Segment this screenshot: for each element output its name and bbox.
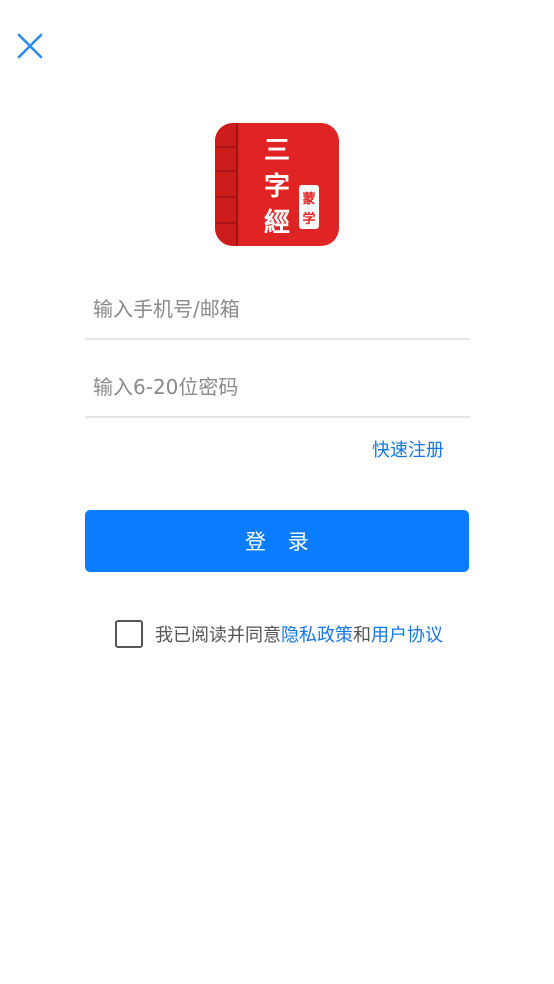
- user-agreement-link[interactable]: 用户协议: [371, 621, 443, 647]
- logo-title-char-2: 字: [264, 171, 290, 202]
- book-icon: 三 字 經 蒙 学: [215, 123, 339, 246]
- agreement-connector-text: 和: [353, 625, 371, 646]
- close-icon: [17, 33, 43, 59]
- close-button[interactable]: [14, 30, 46, 62]
- logo-tag-char-1: 蒙: [302, 191, 315, 207]
- logo-tag-char-2: 学: [302, 211, 315, 227]
- logo-title-char-1: 三: [264, 136, 290, 166]
- agreement-checkbox[interactable]: [115, 620, 143, 648]
- agreement-row: 我已阅读并同意 隐私政策 和 用户协议: [115, 619, 443, 649]
- app-logo: 三 字 經 蒙 学: [215, 123, 339, 246]
- phone-email-input[interactable]: [93, 286, 463, 332]
- password-field: [85, 364, 470, 418]
- phone-email-field: [85, 286, 470, 340]
- privacy-policy-link[interactable]: 隐私政策: [281, 621, 353, 647]
- agreement-prefix-text: 我已阅读并同意: [155, 625, 281, 646]
- quick-register-link[interactable]: 快速注册: [372, 436, 444, 462]
- password-input[interactable]: [93, 364, 463, 410]
- login-button[interactable]: 登 录: [85, 510, 469, 572]
- logo-title-char-3: 經: [264, 207, 290, 238]
